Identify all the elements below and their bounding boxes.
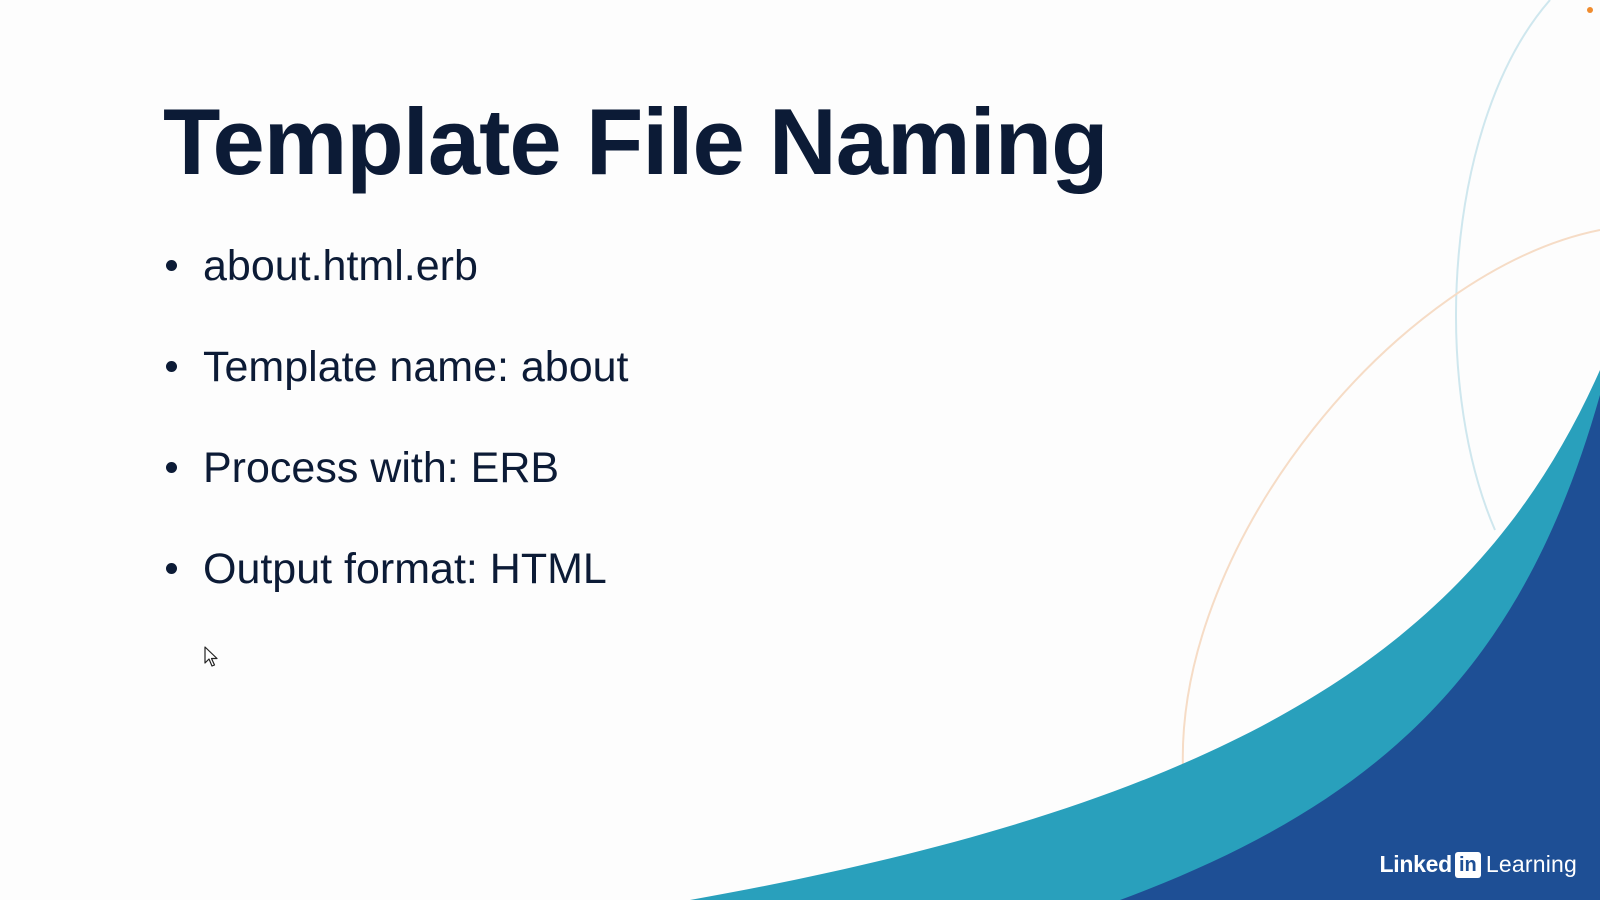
corner-dot [1587,7,1593,13]
bullet-text: Template name: about [203,343,629,391]
bullet-dot [166,462,177,473]
bullet-item: Process with: ERB [163,440,629,541]
brand-in-badge: in [1454,851,1481,878]
bullet-list: about.html.erb Template name: about Proc… [163,238,629,642]
bullet-text: Output format: HTML [203,545,607,593]
linkedin-logo-icon: Linked in Learning [1380,851,1577,878]
bullet-dot [166,361,177,372]
mouse-cursor-icon [204,646,218,667]
bullet-dot [166,260,177,271]
bullet-item: Output format: HTML [163,541,629,642]
brand-name-part2: Learning [1485,851,1577,877]
presentation-slide: Template File Naming about.html.erb Temp… [0,0,1600,900]
slide-title: Template File Naming [163,89,1109,194]
brand-name-part1: Linked [1379,851,1453,877]
bullet-text: Process with: ERB [203,444,560,492]
bullet-dot [166,563,177,574]
bullet-item: about.html.erb [163,238,629,339]
bullet-text: about.html.erb [203,242,478,290]
bullet-item: Template name: about [163,339,629,440]
